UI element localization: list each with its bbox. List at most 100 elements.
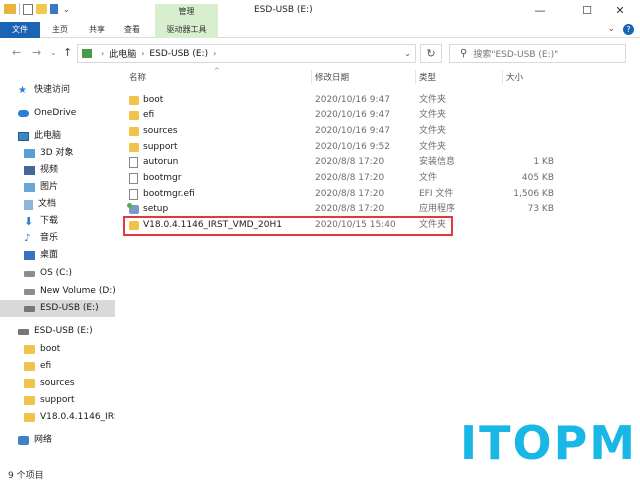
nav-pictures[interactable]: 图片 <box>24 179 58 196</box>
column-header-type[interactable]: 类型 <box>419 71 436 83</box>
watermark-logo: ITOPM <box>460 416 638 470</box>
usb-drive-icon <box>18 328 29 335</box>
folder-icon <box>129 143 139 152</box>
file-row-support[interactable]: support 2020/10/16 9:52 文件夹 <box>125 140 455 155</box>
nav-quick-access[interactable]: ★ 快速访问 <box>18 82 70 99</box>
nav-folder-efi[interactable]: efi <box>24 358 51 375</box>
disk-icon <box>24 288 35 295</box>
back-button[interactable]: ← <box>12 46 21 59</box>
folder-icon <box>129 127 139 136</box>
window-title: ESD-USB (E:) <box>254 5 313 15</box>
column-header-size[interactable]: 大小 <box>506 71 523 83</box>
nav-videos[interactable]: 视频 <box>24 162 58 179</box>
navigation-pane: ★ 快速访问 OneDrive 此电脑 3D 对象 视频 图片 文档 ⬇ 下载 ♪ 音… <box>0 68 116 465</box>
nav-folder-irst[interactable]: V18.0.4.1146_IRST <box>24 409 115 426</box>
expand-ribbon-chevron-icon[interactable]: ⌄ <box>607 24 615 35</box>
network-icon <box>18 436 29 445</box>
nav-music[interactable]: ♪ 音乐 <box>24 230 58 247</box>
folder-icon <box>24 396 35 405</box>
column-divider[interactable] <box>502 70 503 84</box>
address-toolbar: ← → ⌄ ↑ › 此电脑 › ESD-USB (E:) › ⌄ ↻ ⚲ 搜索"… <box>0 38 640 68</box>
nav-desktop[interactable]: 桌面 <box>24 247 58 264</box>
breadcrumb-chevron-icon[interactable]: › <box>213 49 216 58</box>
tab-drive-tools[interactable]: 驱动器工具 <box>155 22 218 38</box>
column-divider[interactable] <box>311 70 312 84</box>
star-icon: ★ <box>18 85 27 96</box>
forward-button[interactable]: → <box>32 46 41 59</box>
search-input[interactable]: ⚲ 搜索"ESD-USB (E:)" <box>449 44 626 63</box>
nav-downloads[interactable]: ⬇ 下载 <box>24 213 58 230</box>
desktop-icon <box>24 251 35 260</box>
column-divider[interactable] <box>415 70 416 84</box>
sort-ascending-icon: ^ <box>214 67 220 75</box>
folder-icon <box>24 362 35 371</box>
file-icon <box>129 173 138 184</box>
close-button[interactable]: ✕ <box>600 2 640 20</box>
new-folder-icon[interactable] <box>36 4 47 14</box>
column-header-name[interactable]: 名称 <box>129 71 146 83</box>
folder-icon <box>24 413 35 422</box>
nav-drive-d[interactable]: New Volume (D:) <box>24 283 116 300</box>
up-button[interactable]: ↑ <box>63 46 72 59</box>
breadcrumb-this-pc[interactable]: 此电脑 <box>109 47 136 60</box>
column-header-date[interactable]: 修改日期 <box>315 71 349 83</box>
address-bar[interactable]: › 此电脑 › ESD-USB (E:) › ⌄ <box>77 44 416 63</box>
nav-folder-sources[interactable]: sources <box>24 375 75 392</box>
video-icon <box>24 166 35 175</box>
nav-folder-support[interactable]: support <box>24 392 75 409</box>
file-row-bootmgr[interactable]: bootmgr 2020/8/8 17:20 文件 405 KB <box>125 171 554 186</box>
title-bar: ⌄ 管理 ESD-USB (E:) — ☐ ✕ <box>0 0 640 22</box>
cube-icon <box>24 149 35 158</box>
folder-icon <box>24 345 35 354</box>
recent-locations-chevron-icon[interactable]: ⌄ <box>50 48 57 57</box>
tab-file[interactable]: 文件 <box>0 22 40 38</box>
picture-icon <box>24 183 35 192</box>
item-count: 9 个项目 <box>8 471 44 481</box>
document-icon <box>24 199 33 210</box>
customize-toolbar-chevron-icon[interactable]: ⌄ <box>63 5 70 14</box>
computer-icon <box>18 132 29 141</box>
file-row-efi[interactable]: efi 2020/10/16 9:47 文件夹 <box>125 108 455 123</box>
folder-icon <box>129 111 139 120</box>
file-row-bootmgr-efi[interactable]: bootmgr.efi 2020/8/8 17:20 EFI 文件 1,506 … <box>125 187 554 202</box>
help-icon[interactable]: ? <box>623 24 634 35</box>
refresh-button[interactable]: ↻ <box>420 44 442 63</box>
folder-icon <box>24 379 35 388</box>
usb-drive-icon <box>24 305 35 312</box>
nav-network[interactable]: 网络 <box>18 432 52 449</box>
nav-drive-e-selected[interactable]: ESD-USB (E:) <box>0 300 115 317</box>
tab-share[interactable]: 共享 <box>82 22 112 38</box>
tab-view[interactable]: 查看 <box>117 22 147 38</box>
download-icon: ⬇ <box>24 215 34 228</box>
file-row-boot[interactable]: boot 2020/10/16 9:47 文件夹 <box>125 93 455 108</box>
file-row-setup[interactable]: setup 2020/8/8 17:20 应用程序 73 KB <box>125 202 554 217</box>
minimize-button[interactable]: — <box>520 2 560 20</box>
nav-3d-objects[interactable]: 3D 对象 <box>24 145 74 162</box>
setup-information-icon <box>129 157 138 168</box>
breadcrumb-esd-usb[interactable]: ESD-USB (E:) <box>149 49 208 59</box>
nav-documents[interactable]: 文档 <box>24 196 56 213</box>
nav-drive-e-root[interactable]: ESD-USB (E:) <box>18 323 93 340</box>
breadcrumb-chevron-icon[interactable]: › <box>101 49 104 58</box>
search-placeholder: 搜索"ESD-USB (E:)" <box>473 50 559 60</box>
file-icon <box>129 189 138 200</box>
nav-folder-boot[interactable]: boot <box>24 341 60 358</box>
pin-icon[interactable] <box>50 4 58 14</box>
nav-drive-c[interactable]: OS (C:) <box>24 265 72 282</box>
nav-onedrive[interactable]: OneDrive <box>18 105 76 122</box>
tab-home[interactable]: 主页 <box>45 22 75 38</box>
breadcrumb-chevron-icon[interactable]: › <box>141 49 144 58</box>
this-pc-icon <box>82 49 92 58</box>
folder-icon <box>4 4 16 14</box>
setup-application-icon <box>127 203 139 214</box>
address-dropdown-chevron-icon[interactable]: ⌄ <box>404 49 411 58</box>
cloud-icon <box>18 110 29 117</box>
ribbon-tabs: 文件 主页 共享 查看 驱动器工具 ⌄ ? <box>0 22 640 38</box>
nav-this-pc[interactable]: 此电脑 <box>18 128 61 145</box>
folder-icon <box>129 96 139 105</box>
quick-access-toolbar: ⌄ <box>4 3 70 15</box>
file-row-sources[interactable]: sources 2020/10/16 9:47 文件夹 <box>125 124 455 139</box>
file-row-autorun[interactable]: autorun 2020/8/8 17:20 安装信息 1 KB <box>125 155 554 170</box>
highlight-box <box>123 216 453 236</box>
properties-icon[interactable] <box>23 3 33 15</box>
